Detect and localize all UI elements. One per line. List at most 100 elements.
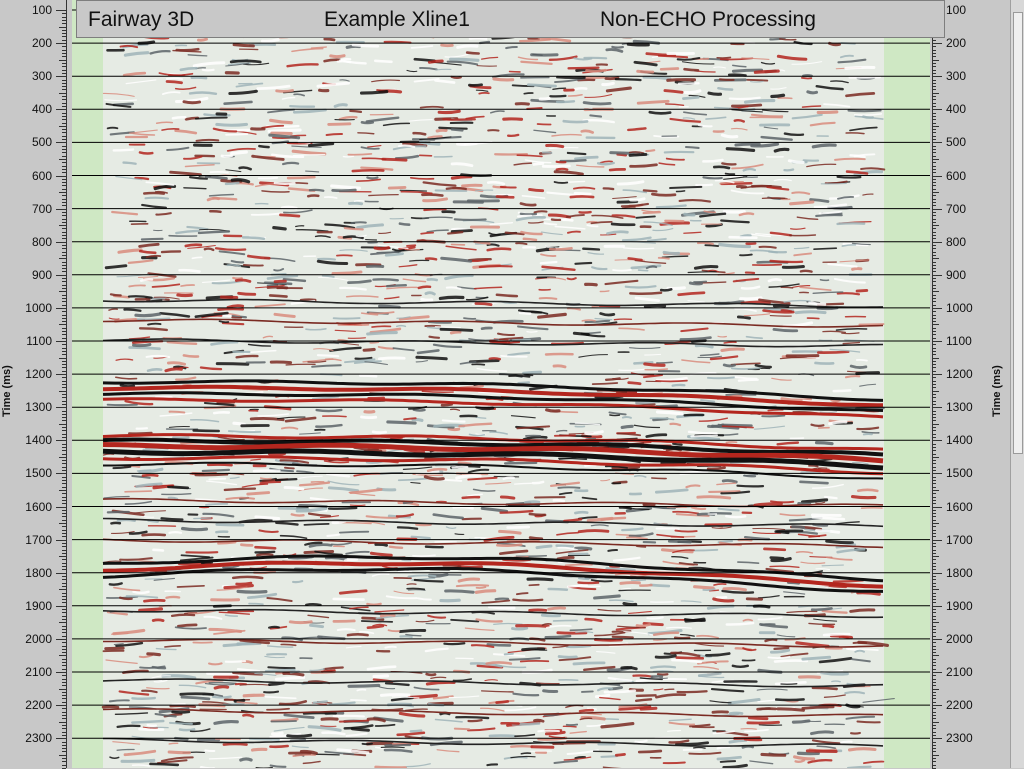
- wavelet: [630, 293, 661, 294]
- wavelet: [400, 630, 424, 631]
- wavelet: [863, 117, 872, 118]
- left-tick: [62, 732, 66, 733]
- right-tick-label: 700: [946, 203, 992, 215]
- wavelet: [205, 750, 214, 751]
- wavelet: [690, 283, 701, 284]
- left-tick: [62, 146, 66, 147]
- left-tick: [62, 685, 66, 686]
- scrollbar-thumb[interactable]: [1013, 12, 1023, 454]
- wavelet: [647, 617, 663, 618]
- wavelet: [168, 363, 184, 365]
- wavelet: [273, 733, 283, 734]
- wavelet: [225, 489, 255, 490]
- wavelet: [237, 583, 251, 584]
- wavelet: [657, 362, 672, 363]
- wavelet: [818, 112, 837, 113]
- wavelet: [563, 726, 576, 727]
- wavelet: [267, 709, 289, 710]
- left-tick: [62, 17, 66, 18]
- wavelet: [400, 636, 411, 637]
- right-tick: [932, 765, 936, 766]
- right-tick: [932, 116, 936, 117]
- wavelet: [426, 258, 436, 259]
- vertical-scrollbar[interactable]: [1010, 0, 1024, 768]
- wavelet: [169, 532, 181, 533]
- left-tick: [62, 629, 66, 630]
- wavelet: [248, 493, 269, 494]
- right-tick: [932, 298, 936, 299]
- wavelet: [229, 431, 260, 432]
- right-tick: [932, 632, 936, 633]
- left-tick: [62, 450, 66, 451]
- right-tick: [932, 83, 936, 84]
- left-tick: [62, 411, 66, 412]
- wavelet: [122, 760, 154, 761]
- wavelet: [809, 466, 818, 467]
- left-tick: [59, 159, 66, 160]
- right-tick: [932, 470, 936, 471]
- right-tick: [932, 672, 942, 673]
- wavelet: [373, 279, 397, 280]
- wavelet: [169, 487, 188, 488]
- wavelet: [331, 56, 344, 57]
- left-tick: [62, 596, 66, 597]
- wavelet: [587, 70, 606, 71]
- wavelet: [362, 621, 392, 622]
- left-tick: [56, 308, 66, 309]
- left-tick: [62, 73, 66, 74]
- wavelet: [357, 689, 365, 690]
- left-tick: [62, 23, 66, 24]
- left-tick: [62, 70, 66, 71]
- wavelet: [638, 101, 668, 103]
- left-tick: [62, 715, 66, 716]
- left-tick: [62, 500, 66, 501]
- right-tick: [932, 222, 936, 223]
- wavelet: [718, 336, 726, 337]
- left-tick: [62, 265, 66, 266]
- wavelet: [265, 283, 291, 284]
- wavelet: [183, 528, 207, 529]
- wavelet: [771, 558, 783, 559]
- right-tick: [932, 66, 936, 67]
- wavelet: [566, 564, 592, 565]
- wavelet: [184, 102, 200, 103]
- right-tick-label: 600: [946, 170, 992, 182]
- wavelet: [108, 128, 118, 129]
- wavelet: [678, 691, 707, 692]
- left-tick-label: 1500: [6, 467, 52, 479]
- wavelet: [614, 319, 631, 320]
- wavelet: [352, 222, 366, 223]
- right-tick: [932, 669, 936, 670]
- wavelet: [509, 376, 529, 377]
- wavelet: [371, 553, 391, 555]
- right-tick: [932, 440, 942, 441]
- wavelet: [541, 262, 557, 263]
- wavelet: [264, 692, 278, 693]
- right-tick: [932, 434, 936, 435]
- left-tick: [62, 364, 66, 365]
- right-tick: [932, 344, 936, 345]
- wavelet: [172, 615, 194, 616]
- wavelet: [527, 332, 537, 333]
- wavelet: [528, 39, 538, 40]
- right-tick: [932, 209, 942, 210]
- left-tick: [62, 758, 66, 759]
- wavelet: [143, 475, 157, 476]
- wavelet: [659, 258, 669, 259]
- wavelet: [793, 527, 804, 528]
- wavelet: [372, 326, 390, 327]
- wavelet: [538, 730, 559, 731]
- wavelet: [650, 112, 670, 113]
- right-tick: [932, 722, 939, 723]
- wavelet: [534, 164, 543, 165]
- right-tick: [932, 245, 936, 246]
- right-tick-label: 1000: [946, 302, 992, 314]
- left-tick: [62, 536, 66, 537]
- left-tick: [56, 176, 66, 177]
- wavelet: [217, 364, 248, 365]
- wavelet: [374, 676, 387, 677]
- wavelet: [769, 279, 781, 281]
- wavelet: [569, 68, 599, 69]
- wavelet: [477, 587, 486, 588]
- left-tick-label: 1900: [6, 600, 52, 612]
